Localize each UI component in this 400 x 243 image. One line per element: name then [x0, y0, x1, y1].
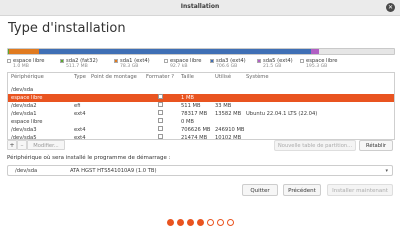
- page-title: Type d'installation: [8, 21, 126, 36]
- table-row[interactable]: espace libre 1 MB: [8, 94, 394, 102]
- back-button[interactable]: Précédent: [283, 184, 321, 196]
- col-device[interactable]: Périphérique: [11, 74, 44, 80]
- progress-dot: [196, 219, 204, 226]
- revert-button[interactable]: Rétablir: [359, 140, 393, 151]
- disk-segment: [39, 49, 312, 54]
- partition-table[interactable]: Périphérique Type Point de montage Forma…: [7, 72, 395, 140]
- format-checkbox[interactable]: [158, 110, 163, 115]
- progress-dot: [226, 219, 234, 226]
- cell-device: /dev/sda3: [11, 127, 37, 133]
- cell-used: 13582 MB: [215, 111, 242, 117]
- legend-item: sda2 (fat32) 511.7 MB: [60, 58, 98, 70]
- installer-progress: [0, 219, 400, 229]
- cell-type: ext4: [74, 127, 86, 133]
- remove-partition-button[interactable]: –: [17, 140, 27, 150]
- cell-size: 21474 MB: [181, 135, 208, 140]
- legend-size: 1.0 MB: [13, 64, 29, 69]
- table-row[interactable]: /dev/sda2 efi 511 MB 33 MB: [8, 102, 394, 110]
- cell-device: espace libre: [11, 95, 43, 101]
- window-title: Installation: [180, 3, 220, 10]
- table-header: Périphérique Type Point de montage Forma…: [8, 73, 394, 86]
- table-row[interactable]: /dev/sda1 ext4 78317 MB 13582 MB Ubuntu 22.0…: [8, 110, 394, 118]
- legend-size: 78.3 GB: [120, 64, 139, 69]
- legend-size: 511.7 MB: [66, 64, 88, 69]
- cell-used: 10102 MB: [215, 135, 242, 140]
- install-now-button[interactable]: Installer maintenant: [327, 184, 393, 196]
- disk-usage-bar: [7, 48, 395, 55]
- legend-item: espace libre 1.0 MB: [7, 58, 44, 70]
- legend-swatch: [257, 58, 261, 63]
- bootloader-label: Périphérique où sera installé le program…: [7, 155, 171, 161]
- new-partition-table-button[interactable]: Nouvelle table de partition...: [274, 140, 356, 151]
- table-row[interactable]: espace libre 0 MB: [8, 118, 394, 126]
- cell-used: 246910 MB: [215, 127, 245, 133]
- progress-dot: [206, 219, 214, 226]
- format-checkbox[interactable]: [158, 118, 163, 123]
- legend-swatch: [164, 58, 168, 63]
- quit-button[interactable]: Quitter: [242, 184, 278, 196]
- cell-type: ext4: [74, 135, 86, 140]
- col-system[interactable]: Système: [246, 74, 269, 80]
- boot-device: /dev/sda: [15, 168, 38, 174]
- col-type[interactable]: Type: [74, 74, 86, 80]
- bootloader-device-select[interactable]: /dev/sda ATA HGST HTS541010A9 (1.0 TB) ▾: [7, 165, 393, 176]
- format-checkbox[interactable]: [158, 134, 163, 139]
- legend-item: espace libre 195.3 GB: [300, 58, 337, 70]
- cell-device: espace libre: [11, 119, 43, 125]
- col-format[interactable]: Formater ?: [146, 74, 174, 80]
- cell-size: 1 MB: [181, 95, 194, 101]
- progress-dot: [166, 219, 174, 226]
- progress-dot: [186, 219, 194, 226]
- col-mount[interactable]: Point de montage: [91, 74, 137, 80]
- cell-type: ext4: [74, 111, 86, 117]
- format-checkbox[interactable]: [158, 94, 163, 99]
- chevron-down-icon: ▾: [385, 168, 388, 174]
- disk-segment: [311, 49, 320, 54]
- disk-segment: [9, 49, 40, 54]
- legend-size: 21.5 GB: [263, 64, 282, 69]
- legend-swatch: [210, 58, 214, 63]
- window-titlebar: Installation ✕: [0, 0, 400, 16]
- cell-size: 511 MB: [181, 103, 201, 109]
- cell-system: Ubuntu 22.04.1 LTS (22.04): [246, 111, 318, 117]
- close-icon[interactable]: ✕: [386, 3, 395, 12]
- cell-size: 78317 MB: [181, 111, 208, 117]
- legend-swatch: [60, 58, 64, 63]
- cell-used: 33 MB: [215, 103, 232, 109]
- col-used[interactable]: Utilisé: [215, 74, 231, 80]
- format-checkbox[interactable]: [158, 102, 163, 107]
- modify-partition-button[interactable]: Modifier...: [27, 140, 65, 150]
- cell-device: /dev/sda1: [11, 111, 37, 117]
- cell-device: /dev/sda2: [11, 103, 37, 109]
- cell-device: /dev/sda: [11, 87, 34, 93]
- col-size[interactable]: Taille: [181, 74, 194, 80]
- legend-size: 706.6 GB: [216, 64, 238, 69]
- table-row[interactable]: /dev/sda3 ext4 706626 MB 246910 MB: [8, 126, 394, 134]
- progress-dot: [216, 219, 224, 226]
- legend-size: 195.3 GB: [306, 64, 328, 69]
- legend-swatch: [114, 58, 118, 63]
- legend-item: sda3 (ext4) 706.6 GB: [210, 58, 246, 70]
- legend-item: sda1 (ext4) 78.3 GB: [114, 58, 150, 70]
- format-checkbox[interactable]: [158, 126, 163, 131]
- progress-dot: [176, 219, 184, 226]
- legend-size: 92.7 kB: [170, 64, 188, 69]
- legend-item: sda5 (ext4) 21.5 GB: [257, 58, 293, 70]
- legend-swatch: [7, 58, 11, 63]
- legend-swatch: [300, 58, 304, 63]
- cell-size: 0 MB: [181, 119, 194, 125]
- legend-item: espace libre 92.7 kB: [164, 58, 201, 70]
- add-partition-button[interactable]: +: [7, 140, 17, 150]
- boot-device-model: ATA HGST HTS541010A9 (1.0 TB): [70, 168, 157, 174]
- table-row[interactable]: /dev/sda: [8, 86, 394, 94]
- cell-size: 706626 MB: [181, 127, 211, 133]
- disk-segment: [319, 49, 394, 54]
- cell-type: efi: [74, 103, 81, 109]
